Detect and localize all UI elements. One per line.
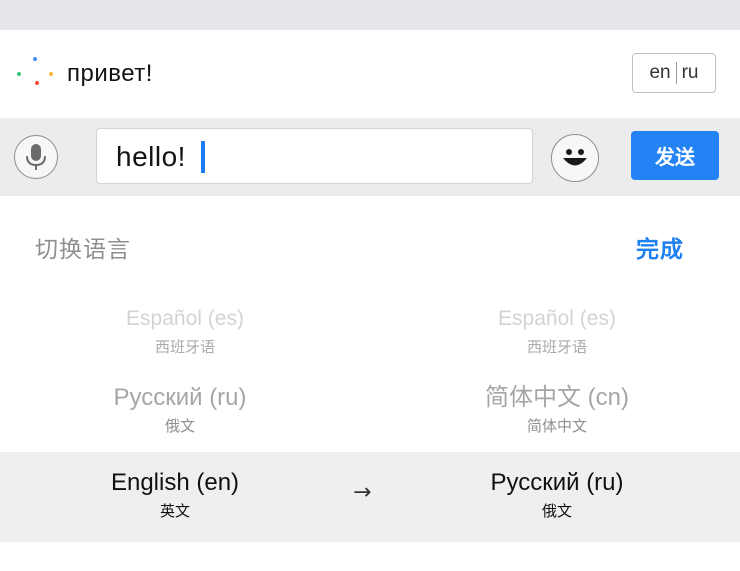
language-native-name: 俄文: [541, 502, 572, 520]
language-native-name: 简体中文: [526, 417, 587, 435]
language-name: English (en): [110, 469, 240, 496]
message-input[interactable]: hello!: [96, 128, 533, 184]
microphone-icon: [26, 144, 46, 170]
language-name: Русский (ru): [113, 384, 247, 411]
language-name: Русский (ru): [490, 469, 624, 496]
source-language-option-es[interactable]: Español (es) 西班牙语: [35, 305, 335, 357]
source-lang-code: en: [649, 62, 671, 83]
send-button[interactable]: 发送: [631, 131, 719, 180]
source-language-selected-en[interactable]: English (en) 英文: [25, 469, 325, 521]
language-native-name: 西班牙语: [154, 338, 215, 356]
target-lang-code: ru: [681, 62, 699, 83]
translated-reply-text: привет!: [67, 60, 153, 87]
language-native-name: 英文: [159, 502, 190, 520]
language-native-name: 西班牙语: [526, 338, 587, 356]
done-button[interactable]: 完成: [636, 230, 684, 264]
target-language-option-es[interactable]: Español (es) 西班牙语: [407, 305, 707, 357]
target-language-selected-ru[interactable]: Русский (ru) 俄文: [407, 469, 707, 521]
emoji-button[interactable]: [551, 134, 599, 182]
target-language-option-cn[interactable]: 简体中文 (cn) 简体中文: [407, 384, 707, 436]
assistant-logo-icon: [14, 52, 58, 96]
switch-language-title: 切换语言: [35, 237, 131, 263]
translation-direction-arrow-icon: →: [353, 480, 372, 505]
lang-toggle-divider: [675, 62, 677, 84]
text-caret: [201, 141, 205, 173]
message-input-value: hello!: [116, 141, 186, 172]
language-pair-toggle[interactable]: en ru: [632, 53, 716, 93]
microphone-button[interactable]: [14, 135, 58, 179]
language-name: Español (es): [498, 307, 616, 330]
language-native-name: 俄文: [164, 417, 195, 435]
source-language-option-ru[interactable]: Русский (ru) 俄文: [30, 384, 330, 436]
language-name: 简体中文 (cn): [485, 384, 629, 411]
language-name: Español (es): [126, 307, 244, 330]
window-top-bar: [0, 0, 740, 30]
smiley-face-icon: [563, 149, 587, 166]
